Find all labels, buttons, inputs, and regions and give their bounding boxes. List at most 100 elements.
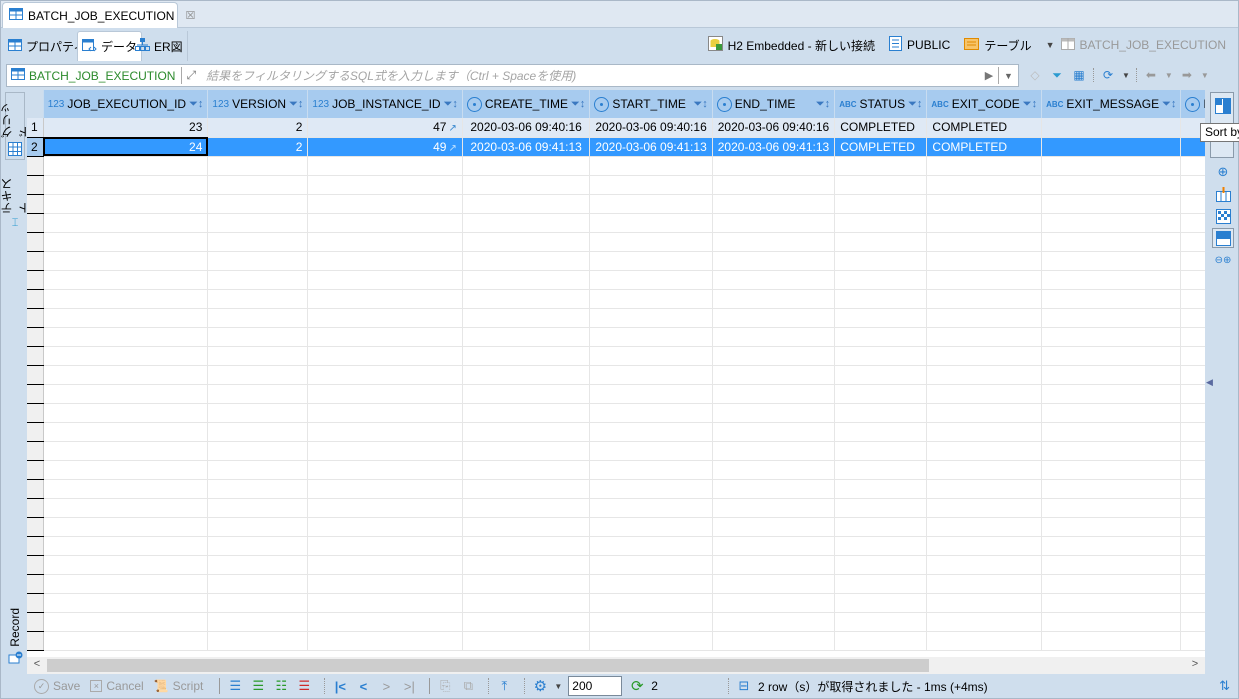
cell-version[interactable]: 2: [207, 118, 309, 138]
filter-input[interactable]: [200, 65, 980, 86]
cell-job-instance-id[interactable]: 49 ↗: [307, 137, 463, 157]
column-header-status[interactable]: ABC STATUS ⏷↕: [834, 90, 928, 118]
forward-arrow-icon[interactable]: ➡: [1179, 67, 1195, 83]
chevron-down-icon[interactable]: ▼: [1165, 71, 1173, 80]
filter-table-name[interactable]: BATCH_JOB_EXECUTION: [7, 67, 183, 84]
copy-icon[interactable]: ⎘: [436, 678, 454, 694]
breadcrumb-table[interactable]: BATCH_JOB_EXECUTION: [1060, 37, 1226, 53]
cell-exit-code[interactable]: COMPLETED: [926, 118, 1043, 138]
foreign-key-link-icon[interactable]: ↗: [448, 143, 456, 154]
row-number[interactable]: 1: [27, 118, 44, 138]
horizontal-scrollbar[interactable]: < >: [27, 657, 1205, 674]
copy-row-icon[interactable]: ☷: [272, 678, 290, 694]
column-header-end-time[interactable]: END_TIME ⏷↕: [712, 90, 836, 118]
cell-start-time[interactable]: 2020-03-06 09:40:16: [589, 118, 713, 138]
cell-status[interactable]: COMPLETED: [834, 137, 928, 157]
cell-job-instance-id[interactable]: 47 ↗: [307, 118, 463, 138]
cell-status[interactable]: COMPLETED: [834, 118, 928, 138]
export-icon[interactable]: ⤒: [495, 678, 513, 694]
breadcrumb-schema[interactable]: PUBLIC: [888, 36, 950, 54]
table-row[interactable]: 1 23 2 47 ↗ 2020-03-06 09:40:16 2020-03-0…: [27, 118, 1205, 138]
apply-filter-icon[interactable]: ▶: [980, 69, 998, 82]
tab-er-diagram[interactable]: ER図: [131, 31, 188, 61]
cancel-button[interactable]: × Cancel: [90, 679, 144, 693]
column-header-exit-code[interactable]: ABC EXIT_CODE ⏷↕: [926, 90, 1043, 118]
scroll-left-icon[interactable]: <: [29, 658, 45, 670]
first-page-icon[interactable]: |<: [331, 678, 349, 694]
edit-row-icon[interactable]: ☰: [226, 678, 244, 694]
sort-filter-icon[interactable]: ⏷↕: [289, 98, 303, 111]
chevron-down-icon[interactable]: ▼: [1046, 40, 1055, 50]
fetch-size-input[interactable]: [568, 676, 623, 696]
table-settings-icon[interactable]: ▦: [1071, 67, 1087, 83]
refresh-mode-icon[interactable]: ⟳: [1100, 67, 1116, 83]
tab-text[interactable]: テキスト ⌶: [0, 170, 31, 230]
paste-icon[interactable]: ⧉: [459, 678, 477, 694]
scroll-right-icon[interactable]: >: [1187, 658, 1203, 670]
panels-icon[interactable]: [1213, 96, 1233, 116]
sort-filter-icon[interactable]: ⏷↕: [444, 98, 458, 111]
last-page-icon[interactable]: >|: [400, 678, 418, 694]
corner-cell[interactable]: [27, 90, 44, 118]
cell-end-time[interactable]: 2020-03-06 09:41:13: [712, 137, 836, 157]
chevron-down-icon[interactable]: ▼: [554, 682, 562, 691]
tab-grid[interactable]: グリッド: [0, 92, 31, 160]
tab-record[interactable]: Record: [5, 608, 25, 668]
cell-exit-message[interactable]: [1041, 118, 1182, 138]
scrollbar-thumb[interactable]: [47, 659, 929, 672]
script-button[interactable]: 📜 Script: [154, 679, 204, 693]
chevron-down-icon[interactable]: ▼: [1201, 71, 1209, 80]
table-row-selected[interactable]: 2 24 2 49 ↗ 2020-03-06 09:41:13 2020-03-0…: [27, 137, 1205, 157]
statistics-icon[interactable]: ⊟: [735, 678, 753, 694]
previous-page-icon[interactable]: <: [354, 678, 372, 694]
column-header-job-execution-id[interactable]: 123 JOB_EXECUTION_ID ⏷↕: [43, 90, 209, 118]
column-header-exit-message[interactable]: ABC EXIT_MESSAGE ⏷↕: [1041, 90, 1182, 118]
next-page-icon[interactable]: >: [377, 678, 395, 694]
sort-filter-icon[interactable]: ⏷↕: [189, 98, 203, 111]
calc-columns-icon[interactable]: [1213, 184, 1233, 204]
add-row-icon[interactable]: ☰: [249, 678, 267, 694]
cell-job-execution-id[interactable]: 23: [43, 118, 209, 138]
column-header-job-instance-id[interactable]: 123 JOB_INSTANCE_ID ⏷↕: [307, 90, 463, 118]
cell-version[interactable]: 2: [207, 137, 309, 157]
breadcrumb-tables-folder[interactable]: テーブル: [964, 37, 1032, 54]
grouping-icon[interactable]: ⊕: [1213, 162, 1233, 182]
delete-row-icon[interactable]: ☰: [295, 678, 313, 694]
editor-tab-batch-job-execution[interactable]: BATCH_JOB_EXECUTION ☒: [2, 2, 195, 28]
cell-job-execution-id[interactable]: 24: [43, 137, 209, 157]
gear-icon[interactable]: ⚙: [531, 678, 549, 695]
layout-toggle-icon[interactable]: ⇅: [1219, 678, 1230, 694]
refresh-icon[interactable]: ⟳: [628, 678, 646, 695]
sort-filter-icon[interactable]: ⏷↕: [1023, 98, 1037, 111]
collapse-panel-icon[interactable]: ◀: [1206, 377, 1213, 388]
column-header-version[interactable]: 123 VERSION ⏷↕: [207, 90, 309, 118]
filter-settings-icon[interactable]: ⏷: [1049, 67, 1065, 83]
save-button[interactable]: ✓ Save: [34, 678, 80, 694]
sort-filter-icon[interactable]: ⏷↕: [1162, 98, 1176, 111]
sort-filter-icon[interactable]: ⏷↕: [693, 98, 707, 111]
cell-create-time[interactable]: 2020-03-06 09:41:13: [462, 137, 591, 157]
row-number[interactable]: 2: [27, 137, 44, 157]
cell-end-time[interactable]: 2020-03-06 09:40:16: [712, 118, 836, 138]
close-icon[interactable]: ☒: [185, 9, 195, 22]
cell-create-time[interactable]: 2020-03-06 09:40:16: [462, 118, 591, 138]
column-header-last-updated[interactable]: L: [1180, 90, 1205, 118]
sort-filter-icon[interactable]: ⏷↕: [571, 98, 585, 111]
layout-icon[interactable]: [1212, 228, 1234, 248]
cell-start-time[interactable]: 2020-03-06 09:41:13: [589, 137, 713, 157]
sort-filter-icon[interactable]: ⏷↕: [908, 98, 922, 111]
back-arrow-icon[interactable]: ⬅: [1143, 67, 1159, 83]
expand-icon[interactable]: ⤢: [182, 68, 200, 83]
column-header-create-time[interactable]: CREATE_TIME ⏷↕: [462, 90, 591, 118]
value-viewer-icon[interactable]: [1213, 206, 1233, 226]
eraser-icon[interactable]: ◇: [1027, 67, 1043, 83]
chevron-down-icon[interactable]: ▼: [1122, 71, 1130, 80]
filters-icon[interactable]: ⊖⊕: [1213, 250, 1233, 270]
filter-history-dropdown[interactable]: ▼: [998, 67, 1018, 84]
breadcrumb-connection[interactable]: H2 Embedded - 新しい接続: [707, 36, 875, 54]
cell-exit-message[interactable]: [1041, 137, 1182, 157]
column-header-start-time[interactable]: START_TIME ⏷↕: [589, 90, 713, 118]
cell-exit-code[interactable]: COMPLETED: [926, 137, 1043, 157]
sort-filter-icon[interactable]: ⏷↕: [816, 98, 830, 111]
foreign-key-link-icon[interactable]: ↗: [448, 123, 456, 134]
